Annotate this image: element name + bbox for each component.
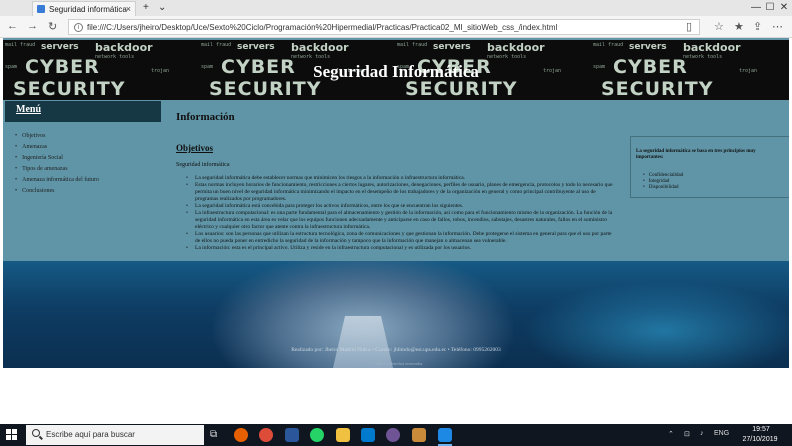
photos-icon[interactable] (412, 428, 426, 442)
page-title: Información (176, 111, 235, 123)
reading-view-icon[interactable]: ▯ (686, 20, 692, 33)
objectives-list: La seguridad informática debe establecer… (186, 175, 616, 252)
header-banner: mail fraud servers backdoor network tool… (3, 40, 789, 100)
list-item: Los usuarios: son las personas que utili… (186, 231, 616, 245)
list-item: Disponibilidad (643, 185, 683, 191)
search-icon (32, 429, 40, 437)
task-view-icon[interactable]: ⧉ (210, 429, 217, 440)
list-item: La infraestructura computacional: es una… (186, 210, 616, 231)
browser-toolbar: ← → ↻ i file:///C:/Users/jheiro/Desktop/… (0, 16, 792, 38)
list-item: La seguridad informática está concebida … (186, 203, 616, 210)
tab-list-button[interactable]: ⌄ (158, 2, 166, 13)
browser-tab-bar: Seguridad informática × + ⌄ — ☐ ✕ (0, 0, 792, 16)
menu-item-ingenieria-social[interactable]: Ingeniería Social (15, 153, 99, 164)
list-item: Estas normas incluyen horarios de funcio… (186, 182, 616, 203)
taskbar-search-input[interactable]: Escribe aquí para buscar (26, 425, 204, 445)
page-favicon-icon (37, 5, 45, 13)
back-button[interactable]: ← (7, 20, 18, 32)
principles-aside: La seguridad informática se basa en tres… (630, 136, 789, 198)
menu-title-link[interactable]: Menú (16, 104, 41, 115)
language-indicator[interactable]: ENG (714, 430, 729, 437)
chrome-icon[interactable] (259, 428, 273, 442)
word-icon[interactable] (285, 428, 299, 442)
clock-time[interactable]: 19:57 (736, 426, 786, 433)
site-title: Seguridad Informática (313, 62, 479, 81)
new-tab-button[interactable]: + (143, 2, 149, 13)
tab-close-icon[interactable]: × (126, 4, 131, 14)
windows-start-icon[interactable] (6, 429, 18, 441)
sidebar-menu: Menú Objetivos Amenazas Ingeniería Socia… (5, 101, 161, 202)
clock-date[interactable]: 27/10/2019 (730, 436, 790, 443)
search-placeholder: Escribe aquí para buscar (46, 430, 135, 439)
footer-contact-text: Realizado por: Jheiro Madrid Nulco • Cor… (291, 347, 501, 353)
browser-tab[interactable]: Seguridad informática × (32, 1, 136, 16)
more-options-icon[interactable]: ⋯ (772, 20, 783, 33)
favorites-list-icon[interactable]: ★ (734, 20, 744, 33)
menu-header: Menú (5, 101, 161, 122)
menu-item-amenazas[interactable]: Amenazas (15, 142, 99, 153)
share-icon[interactable]: ⇪ (753, 20, 762, 33)
principles-list: Confidencialidad Integridad Disponibilid… (643, 173, 683, 191)
address-bar-input[interactable]: i file:///C:/Users/jheiro/Desktop/Uce/Se… (68, 19, 700, 35)
list-item: La seguridad informática debe establecer… (186, 175, 616, 182)
url-text: file:///C:/Users/jheiro/Desktop/Uce/Sext… (87, 23, 558, 32)
firefox-icon[interactable] (234, 428, 248, 442)
web-page: mail fraud servers backdoor network tool… (3, 38, 789, 368)
volume-icon[interactable]: ♪ (700, 430, 704, 437)
refresh-button[interactable]: ↻ (48, 20, 57, 33)
menu-item-conclusiones[interactable]: Conclusiones (15, 186, 99, 197)
info-icon[interactable]: i (74, 23, 83, 32)
menu-list: Objetivos Amenazas Ingeniería Social Tip… (15, 131, 99, 197)
close-window-button[interactable]: ✕ (776, 2, 792, 13)
page-footer: Realizado por: Jheiro Madrid Nulco • Cor… (3, 261, 789, 368)
network-icon[interactable]: ⊡ (684, 430, 690, 438)
menu-item-tipos-de-amenazas[interactable]: Tipos de amenazas (15, 164, 99, 175)
menu-item-objetivos[interactable]: Objetivos (15, 131, 99, 142)
footer-copyright: © Todos los derechos reservados (369, 361, 423, 366)
aside-intro: La seguridad informática se basa en tres… (636, 149, 756, 160)
section-title: Objetivos (176, 143, 213, 153)
whatsapp-icon[interactable] (310, 428, 324, 442)
explorer-icon[interactable] (336, 428, 350, 442)
forward-button[interactable]: → (27, 20, 38, 32)
tray-chevron-icon[interactable]: ⌃ (668, 430, 674, 438)
menu-item-amenaza-futuro[interactable]: Amenaza informática del futuro (15, 175, 99, 186)
footer-background-image (523, 281, 789, 368)
tab-title: Seguridad informática (49, 5, 127, 14)
list-item: La información: esta es el principal act… (186, 245, 616, 252)
vscode-icon[interactable] (361, 428, 375, 442)
edge-icon[interactable] (438, 428, 452, 442)
windows-taskbar: Escribe aquí para buscar ⧉ ⌃ ⊡ ♪ ENG 19:… (0, 424, 792, 446)
favorites-star-icon[interactable]: ☆ (714, 20, 724, 33)
github-icon[interactable] (386, 428, 400, 442)
section-subtitle: Seguridad informática (176, 162, 230, 168)
